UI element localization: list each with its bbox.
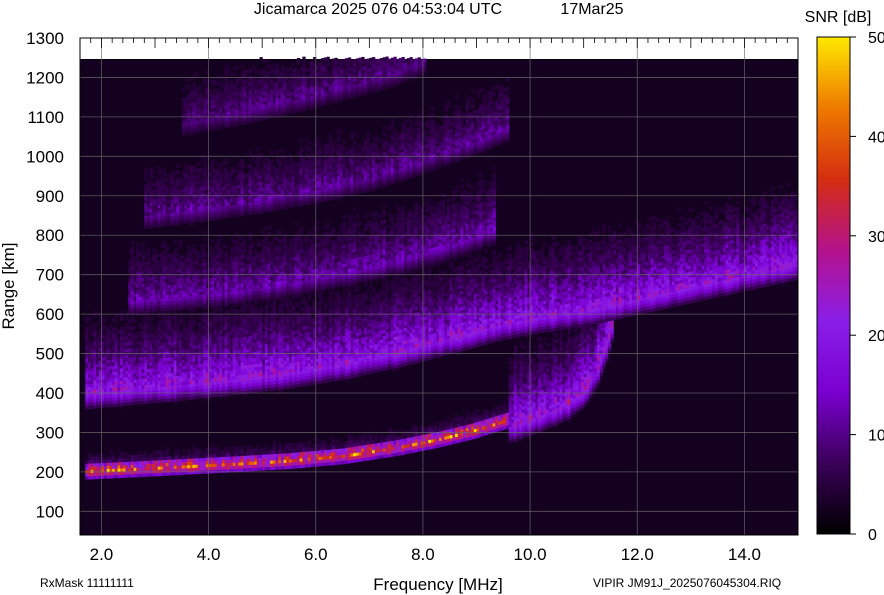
heatmap-layer	[80, 56, 798, 535]
heatmap-cell	[321, 297, 325, 302]
heatmap-cell	[278, 443, 282, 448]
plot-area	[79, 37, 799, 536]
heatmap-cell	[176, 449, 180, 454]
heatmap-cell	[562, 332, 566, 337]
heatmap-cell	[396, 430, 400, 434]
heatmap-cell	[93, 310, 97, 314]
heatmap-cell	[96, 322, 100, 327]
heatmap-cell	[227, 309, 231, 314]
heatmap-cell	[514, 345, 518, 350]
heatmap-cell	[264, 444, 269, 449]
heatmap-cell	[114, 320, 119, 325]
heatmap-cell	[133, 319, 137, 323]
heatmap-cell	[554, 333, 558, 337]
heatmap-cell	[133, 325, 137, 330]
heatmap-cell	[240, 445, 245, 450]
heatmap-cell	[519, 340, 523, 345]
heatmap-cell	[264, 305, 269, 310]
top-blank-band	[80, 38, 798, 59]
heatmap-cell	[543, 337, 547, 342]
heatmap-cell	[181, 318, 186, 322]
heatmap-cell	[532, 345, 537, 349]
heatmap-cell	[503, 400, 507, 405]
heatmap-cell	[272, 440, 277, 445]
heatmap-cell	[323, 440, 328, 444]
heatmap-cell	[114, 314, 119, 319]
heatmap-cell	[305, 300, 309, 304]
heatmap-cell	[259, 306, 263, 310]
heatmap-cell	[104, 318, 108, 323]
heatmap-cell	[414, 426, 419, 431]
chart-title: Jicamarca 2025 076 04:53:04 UTC	[254, 1, 502, 18]
heatmap-cell	[307, 441, 312, 446]
heatmap-cell	[181, 449, 186, 453]
colorbar-label: SNR [dB]	[805, 9, 872, 26]
heatmap-cell	[149, 317, 153, 322]
heatmap-cell	[101, 453, 105, 457]
heatmap-cell	[192, 316, 196, 321]
heatmap-cell	[149, 324, 153, 328]
heatmap-cell	[369, 434, 373, 438]
heatmap-cell	[88, 317, 92, 321]
ionogram-chart: Jicamarca 2025 076 04:53:04 UTC 17Mar25 …	[0, 1, 884, 594]
heatmap-cell	[546, 342, 550, 347]
heatmap-cell	[112, 452, 116, 457]
heatmap-cell	[433, 422, 437, 427]
chart-date: 17Mar25	[560, 1, 623, 18]
heatmap-cell	[235, 308, 239, 313]
heatmap-cell	[288, 299, 293, 304]
heatmap-cell	[522, 345, 526, 350]
heatmap-cell	[291, 305, 295, 310]
heatmap-cell	[144, 450, 148, 455]
heatmap-cell	[532, 357, 537, 362]
heatmap-cell	[476, 408, 480, 413]
heatmap-cell	[165, 446, 170, 451]
